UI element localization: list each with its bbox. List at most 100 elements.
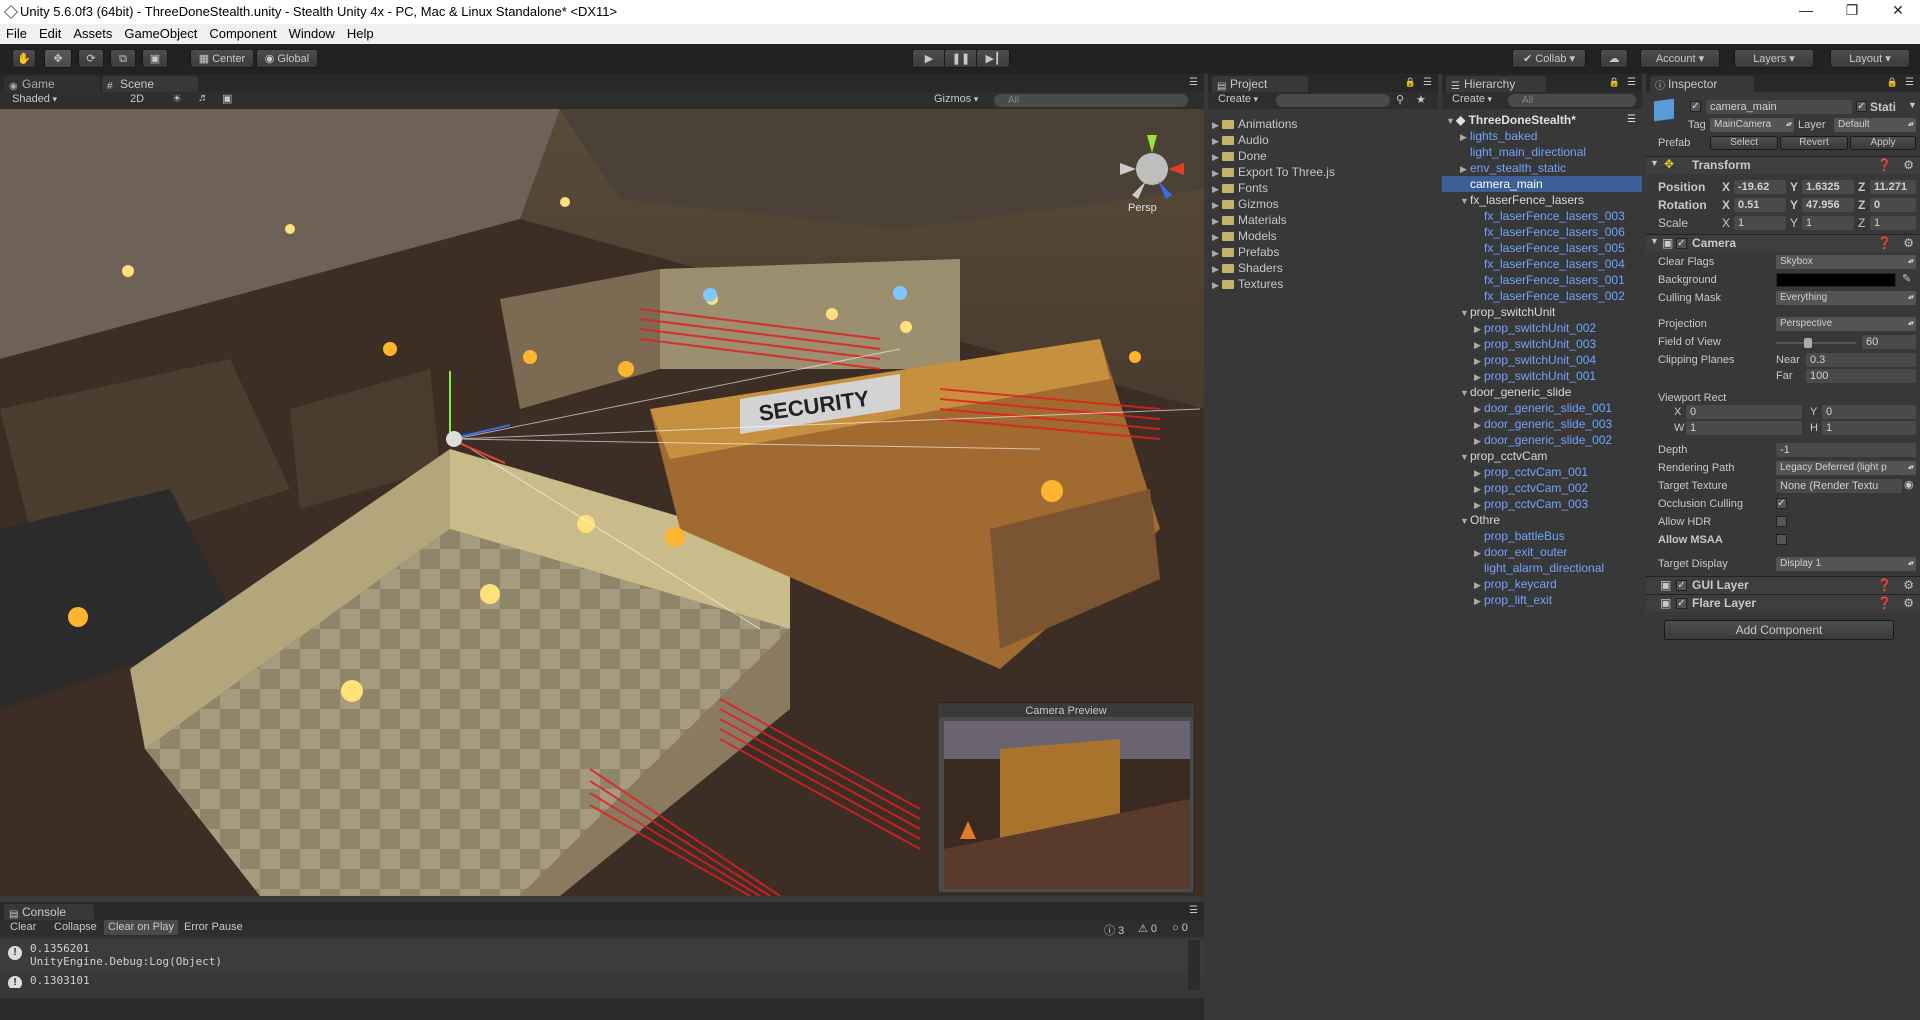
menu-help[interactable]: Help — [341, 24, 380, 41]
target-texture-field[interactable]: None (Render Textu — [1776, 479, 1902, 493]
hierarchy-item[interactable]: fx_laserFence_lasers_006 — [1442, 224, 1642, 240]
collapse-arrow-icon[interactable]: ▶ — [1474, 465, 1484, 481]
scene-viewport[interactable]: SECURITY Persp Camera Preview — [0, 109, 1204, 896]
filter-type-icon[interactable]: ⚲ — [1396, 93, 1404, 106]
hierarchy-item[interactable]: camera_main — [1442, 176, 1642, 192]
hierarchy-item[interactable]: ▶ prop_switchUnit_003 — [1442, 336, 1642, 352]
collapse-arrow-icon[interactable]: ▶ — [1460, 161, 1470, 177]
far-clip-field[interactable]: 100 — [1806, 369, 1916, 383]
eyedropper-icon[interactable]: ✎ — [1902, 272, 1911, 285]
collapse-arrow-icon[interactable]: ▶ — [1474, 481, 1484, 497]
clear-flags-dropdown[interactable]: Skybox — [1776, 255, 1916, 269]
error-count-badge[interactable]: ○ 0 — [1172, 922, 1188, 934]
projection-dropdown[interactable]: Perspective — [1776, 317, 1916, 331]
lighting-toggle-icon[interactable]: ☀ — [172, 92, 182, 105]
hierarchy-item[interactable]: fx_laserFence_lasers_005 — [1442, 240, 1642, 256]
audio-toggle-icon[interactable]: ♬ — [198, 92, 209, 104]
console-clear-on-play-button[interactable]: Clear on Play — [104, 920, 179, 935]
tab-game[interactable]: ◉ Game — [4, 76, 100, 92]
lock-icon[interactable]: 🔒 — [1887, 77, 1898, 88]
collab-dropdown[interactable]: ✔ Collab ▾ — [1512, 49, 1586, 68]
hierarchy-item[interactable]: ▶ lights_baked — [1442, 128, 1642, 144]
rotation-y-field[interactable]: 47.956 — [1802, 198, 1854, 212]
layer-dropdown[interactable]: Default — [1834, 118, 1916, 132]
menu-component[interactable]: Component — [203, 24, 282, 41]
console-message[interactable]: ! 0.1356201 UnityEngine.Debug:Log(Object… — [0, 940, 1204, 972]
lock-icon[interactable]: 🔒 — [1609, 77, 1620, 88]
folder-item[interactable]: ▶ Audio — [1208, 132, 1438, 148]
rotation-z-field[interactable]: 0 — [1870, 198, 1916, 212]
hierarchy-menu-icon[interactable]: ☰ — [1627, 77, 1636, 88]
collapse-arrow-icon[interactable]: ▶ — [1474, 401, 1484, 417]
gizmos-dropdown[interactable]: Gizmos — [934, 93, 978, 105]
fov-slider-handle[interactable] — [1804, 338, 1812, 348]
background-color-swatch[interactable] — [1776, 273, 1896, 287]
menu-gameobject[interactable]: GameObject — [118, 24, 203, 41]
camera-enabled-checkbox[interactable]: ✓ — [1676, 238, 1687, 249]
help-icon[interactable]: ❓ — [1877, 578, 1892, 592]
camera-header[interactable]: ▼ ▣ ✓ Camera ❓ ⚙ — [1646, 234, 1920, 252]
hierarchy-item[interactable]: ▶ door_generic_slide_003 — [1442, 416, 1642, 432]
menu-window[interactable]: Window — [283, 24, 341, 41]
hierarchy-item[interactable]: ▶ door_generic_slide_002 — [1442, 432, 1642, 448]
static-dropdown-icon[interactable]: ▼ — [1908, 100, 1917, 110]
hierarchy-item[interactable]: ▶ prop_switchUnit_004 — [1442, 352, 1642, 368]
console-clear-button[interactable]: Clear — [6, 920, 40, 935]
step-button[interactable]: ▶┃ — [976, 49, 1010, 68]
hierarchy-item[interactable]: prop_battleBus — [1442, 528, 1642, 544]
collapse-arrow-icon[interactable]: ▶ — [1474, 417, 1484, 433]
scene-search-input[interactable]: All — [994, 94, 1188, 107]
position-y-field[interactable]: 1.6325 — [1802, 180, 1854, 194]
hierarchy-item[interactable]: fx_laserFence_lasers_003 — [1442, 208, 1642, 224]
shading-mode-dropdown[interactable]: Shaded — [12, 93, 57, 105]
hierarchy-item[interactable]: ▶ prop_switchUnit_002 — [1442, 320, 1642, 336]
hierarchy-item[interactable]: ▼prop_switchUnit — [1442, 304, 1642, 320]
hierarchy-item[interactable]: ▶ prop_switchUnit_001 — [1442, 368, 1642, 384]
gear-icon[interactable]: ⚙ — [1903, 596, 1914, 610]
object-picker-icon[interactable]: ◉ — [1904, 478, 1914, 491]
hierarchy-item[interactable]: light_main_directional — [1442, 144, 1642, 160]
occlusion-culling-checkbox[interactable]: ✓ — [1776, 498, 1787, 509]
account-dropdown[interactable]: Account ▾ — [1640, 49, 1720, 68]
target-display-dropdown[interactable]: Display 1 — [1776, 557, 1916, 571]
expand-arrow-icon[interactable]: ▼ — [1460, 513, 1470, 529]
prefab-select-button[interactable]: Select — [1710, 136, 1778, 150]
help-icon[interactable]: ❓ — [1877, 596, 1892, 610]
project-menu-icon[interactable]: ☰ — [1423, 77, 1432, 88]
near-clip-field[interactable]: 0.3 — [1806, 353, 1916, 367]
effects-toggle-icon[interactable]: ▣ — [222, 92, 232, 105]
collapse-arrow-icon[interactable]: ▶ — [1460, 129, 1470, 145]
culling-mask-dropdown[interactable]: Everything — [1776, 291, 1916, 305]
console-scrollbar[interactable] — [1188, 940, 1200, 990]
folder-item[interactable]: ▶ Textures — [1208, 276, 1438, 292]
collapse-arrow-icon[interactable]: ▶ — [1474, 497, 1484, 513]
tab-hierarchy[interactable]: ☰ Hierarchy — [1446, 76, 1546, 92]
expand-arrow-icon[interactable]: ▼ — [1460, 193, 1470, 209]
menu-edit[interactable]: Edit — [33, 24, 67, 41]
tab-project[interactable]: ▤ Project — [1212, 76, 1308, 92]
expand-arrow-icon[interactable]: ▼ — [1460, 305, 1470, 321]
menu-assets[interactable]: Assets — [67, 24, 118, 41]
cloud-button[interactable]: ☁ — [1600, 49, 1628, 68]
pivot-center-button[interactable]: ▦ Center — [190, 49, 254, 68]
gear-icon[interactable]: ⚙ — [1903, 578, 1914, 592]
console-menu-icon[interactable]: ☰ — [1189, 905, 1198, 916]
collapse-arrow-icon[interactable]: ▶ — [1474, 353, 1484, 369]
collapse-arrow-icon[interactable]: ▶ — [1474, 337, 1484, 353]
hand-tool-button[interactable]: ✋ — [12, 49, 36, 68]
info-count-badge[interactable]: ⓘ 3 — [1104, 922, 1124, 938]
minimize-button[interactable]: — — [1786, 2, 1826, 18]
maximize-button[interactable]: ❐ — [1832, 2, 1872, 19]
prefab-revert-button[interactable]: Revert — [1780, 136, 1848, 150]
rect-tool-button[interactable]: ▣ — [142, 49, 168, 68]
folder-item[interactable]: ▶ Done — [1208, 148, 1438, 164]
pause-button[interactable]: ❚❚ — [944, 49, 978, 68]
folder-item[interactable]: ▶ Fonts — [1208, 180, 1438, 196]
hierarchy-search-input[interactable]: All — [1508, 94, 1636, 107]
object-name-field[interactable]: camera_main — [1706, 100, 1852, 114]
hierarchy-item[interactable]: fx_laserFence_lasers_001 — [1442, 272, 1642, 288]
flare-layer-header[interactable]: ▣ ✓ Flare Layer ❓ ⚙ — [1646, 594, 1920, 612]
hierarchy-item[interactable]: ▶ door_exit_outer — [1442, 544, 1642, 560]
hierarchy-item[interactable]: ▶ prop_cctvCam_003 — [1442, 496, 1642, 512]
static-checkbox[interactable]: ✓ — [1856, 101, 1867, 112]
